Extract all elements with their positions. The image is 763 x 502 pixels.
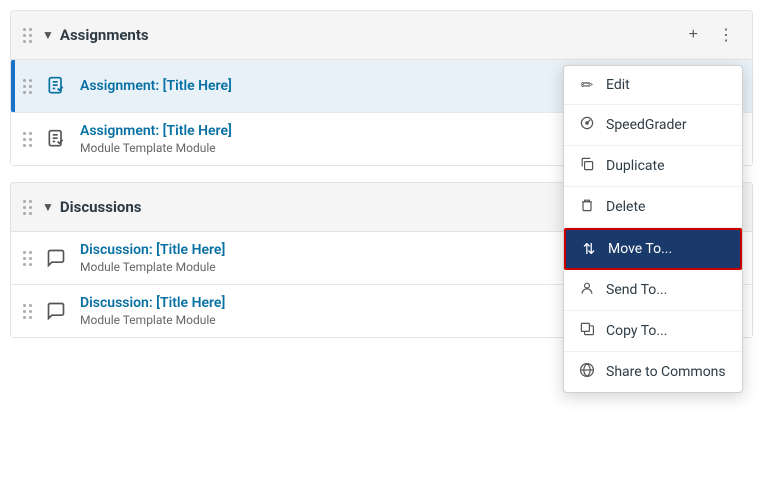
discussions-label: Discussions	[60, 198, 142, 216]
discussion-2-icon	[42, 297, 70, 325]
assignments-label: Assignments	[60, 26, 149, 44]
menu-item-share[interactable]: Share to Commons	[564, 352, 742, 392]
menu-item-delete[interactable]: Delete	[564, 187, 742, 228]
assignments-menu-button[interactable]: ⋮	[712, 21, 740, 49]
menu-sendto-label: Send To...	[606, 282, 667, 298]
discussions-chevron-icon: ▼	[42, 200, 54, 214]
menu-item-speedgrader[interactable]: SpeedGrader	[564, 105, 742, 146]
speedgrader-icon	[578, 115, 596, 135]
main-container: ▼ Assignments + ⋮	[0, 0, 763, 364]
menu-item-edit[interactable]: ✏ Edit	[564, 66, 742, 105]
menu-duplicate-label: Duplicate	[606, 158, 665, 174]
menu-item-send-to[interactable]: Send To...	[564, 270, 742, 311]
menu-item-duplicate[interactable]: Duplicate	[564, 146, 742, 187]
discussion-1-drag-handle[interactable]	[23, 251, 32, 266]
discussion-1-icon	[42, 244, 70, 272]
duplicate-icon	[578, 156, 596, 176]
menu-copyto-label: Copy To...	[606, 323, 667, 339]
assignments-section-actions: + ⋮	[683, 21, 740, 49]
discussions-drag-handle[interactable]	[23, 200, 32, 215]
menu-item-copy-to[interactable]: Copy To...	[564, 311, 742, 352]
send-icon	[578, 280, 596, 300]
assignment-1-icon	[42, 72, 70, 100]
context-menu: ✏ Edit SpeedGrader Duplicate	[563, 65, 743, 393]
assignments-section-header: ▼ Assignments + ⋮	[11, 11, 752, 60]
menu-delete-label: Delete	[606, 199, 645, 215]
menu-item-move-to[interactable]: ⇅ Move To...	[564, 228, 742, 270]
trash-icon	[578, 197, 596, 217]
copy-icon	[578, 321, 596, 341]
assignments-drag-handle[interactable]	[23, 28, 32, 43]
menu-edit-label: Edit	[606, 77, 630, 93]
assignments-chevron-icon: ▼	[42, 28, 54, 42]
assignment-2-drag-handle[interactable]	[23, 132, 32, 147]
discussion-2-drag-handle[interactable]	[23, 304, 32, 319]
assignments-toggle[interactable]: ▼ Assignments	[42, 26, 683, 44]
globe-icon	[578, 362, 596, 382]
menu-speedgrader-label: SpeedGrader	[606, 117, 687, 133]
assignment-2-icon	[42, 125, 70, 153]
menu-moveto-label: Move To...	[608, 241, 672, 257]
menu-share-label: Share to Commons	[606, 364, 726, 380]
move-icon: ⇅	[580, 240, 598, 258]
pencil-icon: ✏	[578, 76, 596, 94]
assignments-add-button[interactable]: +	[683, 22, 704, 48]
assignment-1-drag-handle[interactable]	[23, 79, 32, 94]
